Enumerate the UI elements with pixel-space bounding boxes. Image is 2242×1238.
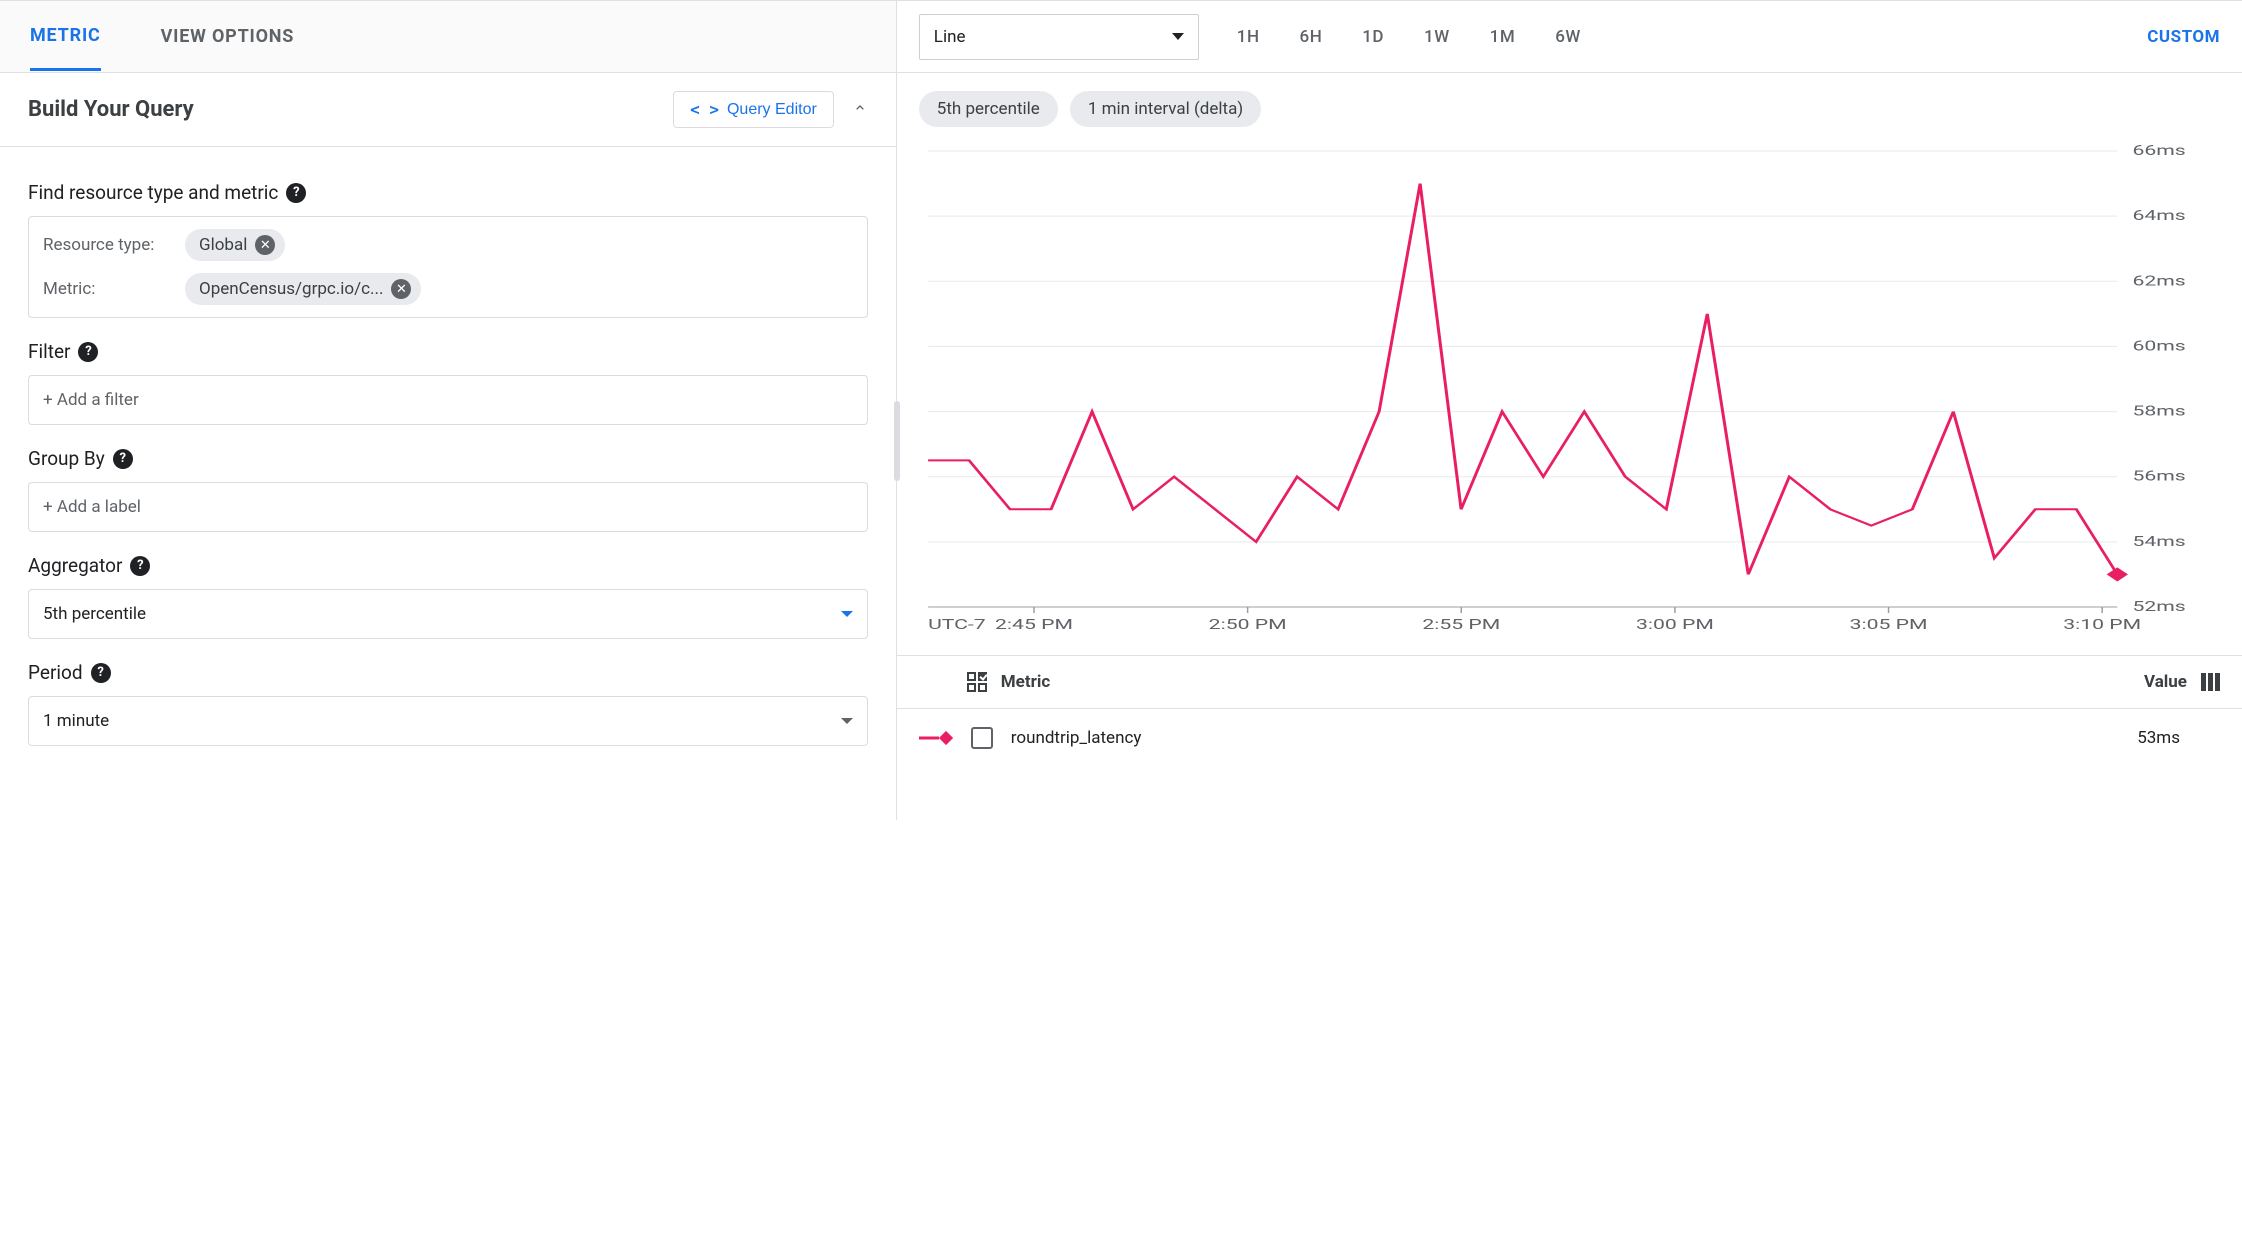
svg-text:UTC-7: UTC-7 (928, 617, 986, 633)
aggregator-value: 5th percentile (43, 604, 146, 624)
resource-type-chip-text: Global (199, 235, 247, 255)
svg-text:64ms: 64ms (2132, 208, 2185, 224)
svg-text:2:55 PM: 2:55 PM (1422, 617, 1500, 633)
help-icon[interactable]: ? (130, 556, 150, 576)
metric-chip-text: OpenCensus/grpc.io/c... (199, 279, 383, 299)
chart-info-pills: 5th percentile 1 min interval (delta) (897, 73, 2242, 133)
legend-checkbox[interactable] (971, 727, 993, 749)
aggregator-label-text: Aggregator (28, 554, 122, 577)
time-range-picker: 1H 6H 1D 1W 1M 6W (1237, 27, 1581, 47)
groupby-label-text: Group By (28, 447, 105, 470)
visualization-value: Line (934, 27, 966, 47)
range-6w[interactable]: 6W (1555, 27, 1581, 47)
svg-text:66ms: 66ms (2132, 143, 2185, 159)
period-select[interactable]: 1 minute (28, 696, 868, 746)
query-editor-label: Query Editor (727, 101, 817, 119)
metric-selector[interactable]: Resource type: Global ✕ Metric: OpenCens… (28, 216, 868, 318)
help-icon[interactable]: ? (91, 663, 111, 683)
series-marker-icon (919, 731, 953, 745)
chart-area[interactable]: 52ms 54ms 56ms 58ms 60ms 62ms 64ms 66ms UTC-7 2:4… (919, 141, 2220, 641)
visualization-select[interactable]: Line (919, 14, 1199, 60)
svg-text:3:10 PM: 3:10 PM (2063, 617, 2141, 633)
legend: Metric Value roundtrip_latency 53ms (897, 655, 2242, 767)
pill-interval: 1 min interval (delta) (1070, 91, 1261, 127)
svg-text:52ms: 52ms (2132, 599, 2185, 615)
left-tabs: METRIC VIEW OPTIONS (0, 1, 896, 73)
svg-text:62ms: 62ms (2132, 273, 2185, 289)
legend-column-metric[interactable]: Metric (1001, 672, 1050, 692)
find-metric-text: Find resource type and metric (28, 181, 278, 204)
build-query-header: Build Your Query < > Query Editor (0, 73, 896, 147)
collapse-panel-button[interactable] (852, 100, 868, 120)
pill-aggregator: 5th percentile (919, 91, 1058, 127)
svg-text:2:45 PM: 2:45 PM (995, 617, 1073, 633)
period-value: 1 minute (43, 711, 109, 731)
metric-row-label: Metric: (43, 279, 173, 299)
help-icon[interactable]: ? (286, 183, 306, 203)
svg-text:54ms: 54ms (2132, 533, 2185, 549)
legend-series-name: roundtrip_latency (1011, 728, 1142, 748)
svg-text:60ms: 60ms (2132, 338, 2185, 354)
filter-label-text: Filter (28, 340, 70, 363)
panel-resize-handle[interactable] (894, 401, 900, 481)
groupby-label: Group By ? (28, 447, 868, 470)
query-editor-button[interactable]: < > Query Editor (673, 91, 834, 128)
metric-chip[interactable]: OpenCensus/grpc.io/c... ✕ (185, 273, 421, 305)
line-chart: 52ms 54ms 56ms 58ms 60ms 62ms 64ms 66ms UTC-7 2:4… (919, 141, 2220, 641)
help-icon[interactable]: ? (113, 449, 133, 469)
dropdown-icon (841, 718, 853, 724)
svg-text:3:05 PM: 3:05 PM (1849, 617, 1927, 633)
build-query-title: Build Your Query (28, 97, 194, 122)
tab-metric[interactable]: METRIC (30, 3, 101, 71)
aggregator-select[interactable]: 5th percentile (28, 589, 868, 639)
dropdown-icon (1172, 33, 1184, 40)
remove-metric-button[interactable]: ✕ (391, 279, 411, 299)
resource-type-label: Resource type: (43, 235, 173, 255)
groupby-input[interactable]: + Add a label (28, 482, 868, 532)
legend-row[interactable]: roundtrip_latency 53ms (897, 709, 2242, 767)
filter-label: Filter ? (28, 340, 868, 363)
resource-type-chip[interactable]: Global ✕ (185, 229, 285, 261)
svg-text:3:00 PM: 3:00 PM (1636, 617, 1714, 633)
period-label: Period ? (28, 661, 868, 684)
svg-text:2:50 PM: 2:50 PM (1208, 617, 1286, 633)
range-1d[interactable]: 1D (1362, 27, 1384, 47)
legend-layout-icon[interactable] (967, 672, 987, 692)
remove-resource-type-button[interactable]: ✕ (255, 235, 275, 255)
chart-topbar: Line 1H 6H 1D 1W 1M 6W CUSTOM (897, 1, 2242, 73)
aggregator-label: Aggregator ? (28, 554, 868, 577)
svg-text:58ms: 58ms (2132, 403, 2185, 419)
code-icon: < > (690, 100, 719, 119)
dropdown-icon (841, 611, 853, 617)
find-metric-label: Find resource type and metric ? (28, 181, 868, 204)
columns-icon[interactable] (2201, 673, 2220, 691)
legend-series-value: 53ms (2137, 728, 2180, 748)
range-custom[interactable]: CUSTOM (2147, 27, 2220, 47)
chevron-up-icon (852, 100, 868, 116)
legend-header: Metric Value (897, 656, 2242, 709)
filter-input[interactable]: + Add a filter (28, 375, 868, 425)
range-1w[interactable]: 1W (1424, 27, 1450, 47)
legend-column-value[interactable]: Value (2144, 672, 2187, 692)
tab-view-options[interactable]: VIEW OPTIONS (161, 4, 295, 69)
range-1h[interactable]: 1H (1237, 27, 1260, 47)
range-1m[interactable]: 1M (1490, 27, 1516, 47)
svg-text:56ms: 56ms (2132, 468, 2185, 484)
chart-panel: Line 1H 6H 1D 1W 1M 6W CUSTOM 5th percen… (897, 1, 2242, 820)
period-label-text: Period (28, 661, 83, 684)
query-panel: METRIC VIEW OPTIONS Build Your Query < >… (0, 1, 897, 820)
range-6h[interactable]: 6H (1300, 27, 1323, 47)
help-icon[interactable]: ? (78, 342, 98, 362)
